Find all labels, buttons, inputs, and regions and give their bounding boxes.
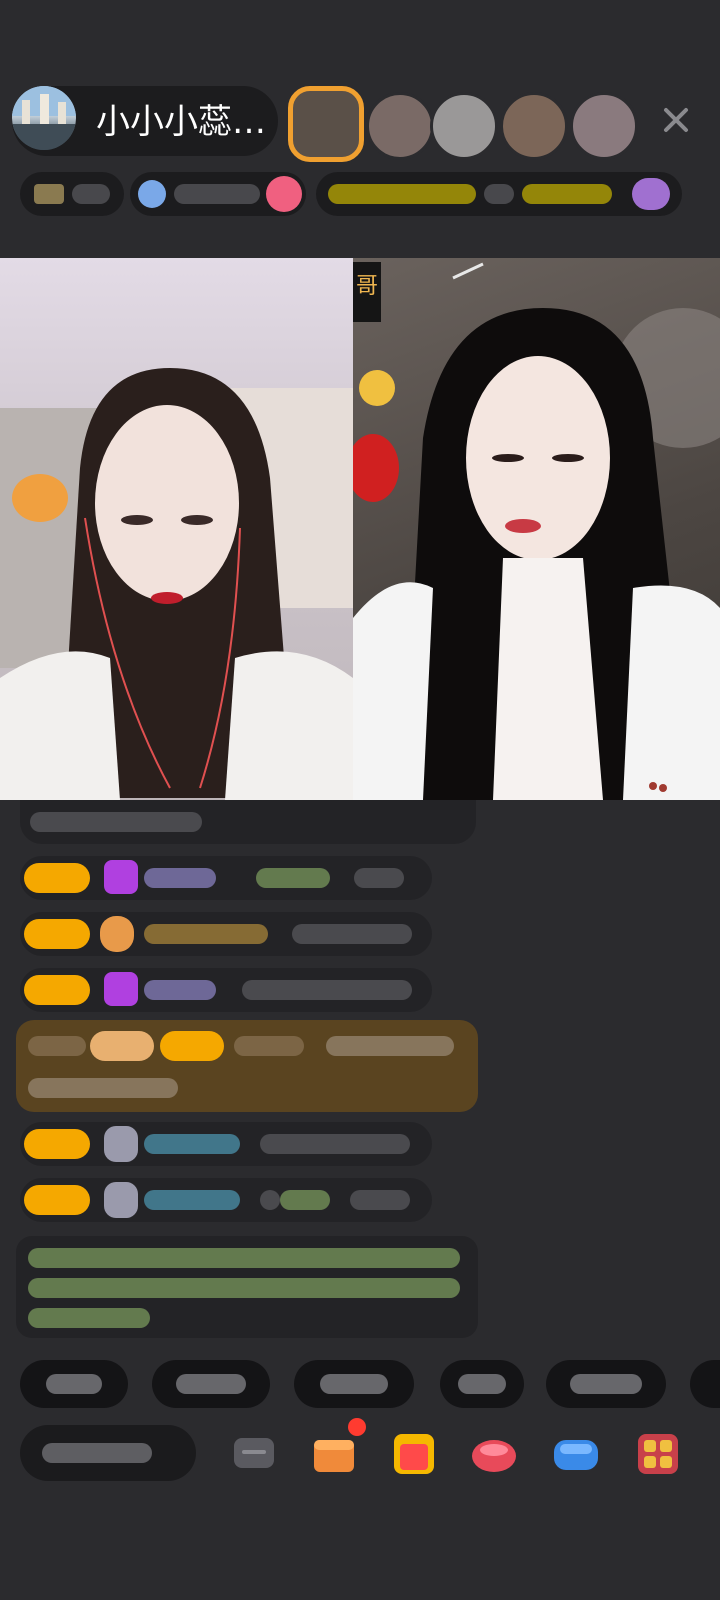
quick-reply-label — [570, 1374, 642, 1394]
chat-text — [242, 980, 412, 1000]
gift-icon[interactable] — [390, 1430, 438, 1478]
chat-icon[interactable] — [230, 1430, 278, 1478]
quick-reply-button[interactable] — [294, 1360, 414, 1408]
right-video-stream[interactable] — [353, 258, 720, 800]
streamer-left-image — [0, 368, 353, 800]
club-text — [174, 184, 260, 204]
chat-text — [260, 1134, 410, 1154]
game-icon[interactable] — [552, 1430, 600, 1478]
game-glyph — [554, 1440, 598, 1470]
quick-reply-label — [320, 1374, 388, 1394]
close-icon[interactable] — [656, 100, 696, 140]
quick-reply-label — [458, 1374, 506, 1394]
chat-message[interactable] — [20, 1122, 432, 1166]
gift-box-glyph — [314, 1440, 354, 1472]
username[interactable] — [144, 924, 268, 944]
chat-message[interactable] — [20, 800, 476, 844]
streamer-right-image — [353, 262, 720, 800]
grid-icon[interactable] — [634, 1430, 682, 1478]
chat-input[interactable] — [20, 1425, 196, 1481]
quick-reply-label — [176, 1374, 246, 1394]
quick-reply-button[interactable] — [20, 1360, 128, 1408]
chat-input-placeholder — [42, 1443, 152, 1463]
top-viewer-avatar[interactable] — [288, 86, 364, 162]
fan-badge — [160, 1031, 224, 1061]
event-text — [484, 184, 514, 204]
chat-message[interactable] — [20, 968, 432, 1012]
chat-text — [292, 924, 412, 944]
quick-reply-button[interactable] — [152, 1360, 270, 1408]
chat-text — [350, 1190, 410, 1210]
chat-text — [354, 868, 404, 888]
diamond-icon — [104, 860, 138, 894]
system-text — [28, 1308, 150, 1328]
username[interactable] — [144, 868, 216, 888]
gift-text — [326, 1036, 454, 1056]
system-text — [28, 1248, 460, 1268]
gift-text — [28, 1036, 86, 1056]
notification-dot — [348, 1418, 366, 1436]
join-club-icon[interactable] — [266, 176, 302, 212]
rank-text — [72, 184, 110, 204]
user-level-badge — [24, 975, 90, 1005]
quick-reply-label — [46, 1374, 102, 1394]
gift-message-banner[interactable] — [16, 1020, 478, 1112]
viewer-avatar[interactable] — [500, 92, 568, 160]
avatar-image — [12, 86, 76, 150]
chat-text — [30, 812, 202, 832]
club-icon — [138, 180, 166, 208]
rank-icon — [34, 184, 64, 204]
target-user — [256, 868, 330, 888]
pk-opponent-label: 哥 — [353, 262, 381, 322]
system-notice — [16, 1236, 478, 1338]
user-level-badge — [24, 1185, 90, 1215]
cloud-badge-icon — [104, 1126, 138, 1162]
event-text — [522, 184, 612, 204]
gift-glyph — [394, 1434, 434, 1474]
left-video-stream[interactable] — [0, 258, 353, 800]
event-icon — [632, 178, 670, 210]
vip-badge — [90, 1031, 154, 1061]
chat-message[interactable] — [20, 1178, 432, 1222]
viewer-avatar[interactable] — [570, 92, 638, 160]
username[interactable] — [144, 1190, 240, 1210]
username[interactable] — [144, 980, 216, 1000]
heart-badge-icon — [100, 916, 134, 952]
system-text — [28, 1278, 460, 1298]
host-name: 小小小蕊… — [96, 102, 266, 142]
event-banner-pill[interactable] — [316, 172, 682, 216]
host-avatar[interactable] — [12, 86, 76, 150]
diamond-icon — [104, 972, 138, 1006]
gift-text — [28, 1078, 178, 1098]
shop-icon[interactable] — [470, 1430, 518, 1478]
quick-reply-button[interactable] — [440, 1360, 524, 1408]
chat-text — [260, 1190, 280, 1210]
target-user — [280, 1190, 330, 1210]
viewer-avatar[interactable] — [430, 92, 498, 160]
chat-message[interactable] — [20, 856, 432, 900]
username[interactable] — [144, 1134, 240, 1154]
hot-rank-pill[interactable] — [20, 172, 124, 216]
fan-badge — [24, 919, 90, 949]
event-text — [328, 184, 476, 204]
cloud-badge-icon — [104, 1182, 138, 1218]
grid-glyph — [638, 1434, 678, 1474]
shop-glyph — [472, 1440, 516, 1472]
user-level-badge — [24, 1129, 90, 1159]
viewer-avatar[interactable] — [366, 92, 434, 160]
chat-icon-glyph — [234, 1438, 274, 1468]
quick-reply-button[interactable] — [546, 1360, 666, 1408]
fans-club-pill[interactable] — [130, 172, 306, 216]
gift-box-icon[interactable] — [310, 1418, 366, 1478]
username[interactable] — [234, 1036, 304, 1056]
quick-reply-button[interactable] — [690, 1360, 720, 1408]
user-level-badge — [24, 863, 90, 893]
chat-message[interactable] — [20, 912, 432, 956]
